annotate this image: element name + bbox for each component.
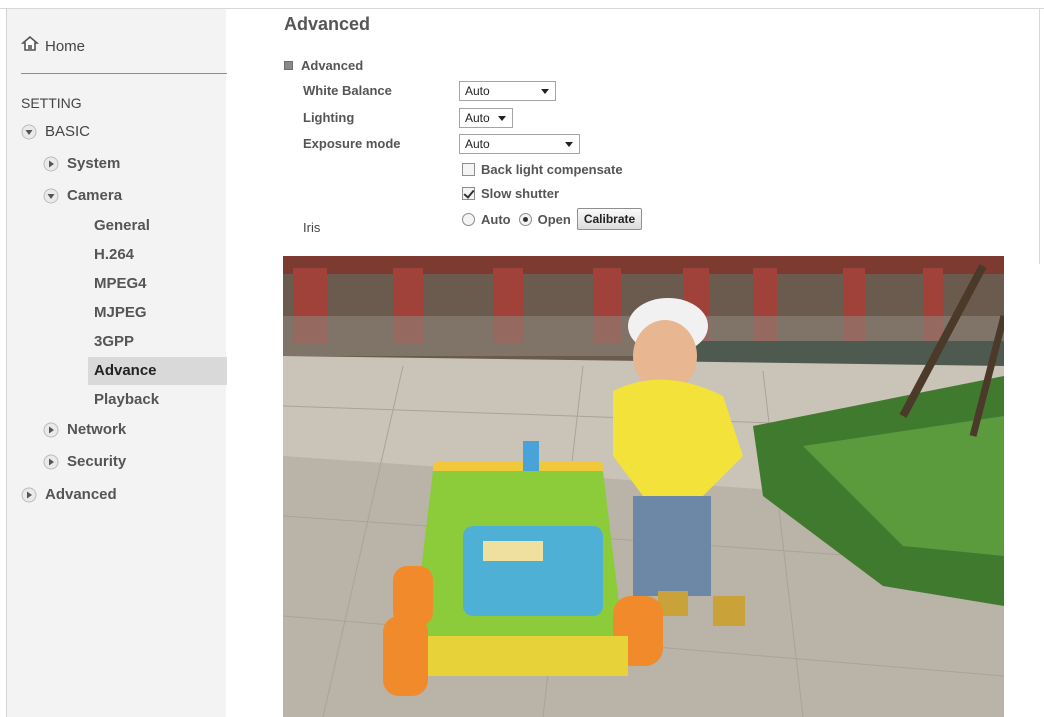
white-balance-label: White Balance (303, 83, 392, 98)
chevron-right-icon (43, 422, 59, 438)
nav-h264[interactable]: H.264 (94, 246, 134, 263)
camera-image (283, 256, 1004, 717)
iris-label: Iris (303, 220, 321, 235)
sidebar: Home SETTING BASIC System Camera General… (6, 9, 227, 717)
slow-shutter-checkbox[interactable] (462, 187, 475, 200)
iris-auto-radio[interactable] (462, 212, 475, 226)
nav-playback[interactable]: Playback (94, 391, 159, 408)
home-link[interactable]: Home (20, 35, 86, 58)
nav-system[interactable]: System (43, 155, 120, 172)
lighting-select[interactable]: Auto (459, 108, 513, 128)
back-light-row: Back light compensate (462, 162, 623, 177)
lighting-value: Auto (465, 111, 490, 125)
slow-shutter-label: Slow shutter (481, 186, 560, 201)
section-header: Advanced (284, 58, 363, 73)
exposure-mode-select[interactable]: Auto (459, 134, 580, 154)
nav-general[interactable]: General (94, 217, 150, 234)
iris-auto-label: Auto (481, 211, 511, 227)
dropdown-caret-icon (498, 116, 506, 121)
page-title: Advanced (284, 14, 371, 34)
nav-advanced[interactable]: Advanced (21, 486, 117, 503)
nav-camera-label: Camera (67, 187, 123, 204)
nav-mjpeg[interactable]: MJPEG (94, 304, 147, 321)
chevron-down-icon (21, 124, 37, 140)
back-light-label: Back light compensate (481, 162, 623, 177)
iris-open-radio[interactable] (518, 212, 532, 226)
right-divider (1039, 9, 1040, 264)
iris-open-label: Open (537, 211, 571, 227)
nav-security[interactable]: Security (43, 453, 126, 470)
chevron-down-icon (43, 188, 59, 204)
iris-controls: Auto Open Calibrate (462, 208, 643, 230)
setting-heading: SETTING (21, 95, 82, 111)
nav-network[interactable]: Network (43, 421, 126, 438)
nav-advanced-label: Advanced (45, 486, 117, 503)
nav-camera[interactable]: Camera (43, 187, 122, 204)
chevron-right-icon (21, 487, 37, 503)
nav-3gpp[interactable]: 3GPP (94, 333, 134, 350)
chevron-right-icon (43, 454, 59, 470)
section-label: Advanced (301, 58, 364, 73)
exposure-mode-value: Auto (465, 137, 490, 151)
nav-system-label: System (67, 155, 121, 172)
home-divider (21, 73, 227, 74)
lighting-label: Lighting (303, 110, 355, 125)
calibrate-button[interactable]: Calibrate (576, 208, 643, 230)
home-label: Home (45, 38, 86, 55)
nav-basic-label: BASIC (45, 123, 91, 140)
section-bullet-icon (284, 61, 293, 70)
nav-mpeg4[interactable]: MPEG4 (94, 275, 147, 292)
home-icon (20, 35, 40, 58)
white-balance-value: Auto (465, 84, 490, 98)
nav-network-label: Network (67, 421, 127, 438)
dropdown-caret-icon (541, 89, 549, 94)
nav-security-label: Security (67, 453, 127, 470)
white-balance-select[interactable]: Auto (459, 81, 556, 101)
nav-advance[interactable]: Advance (88, 357, 227, 385)
exposure-mode-label: Exposure mode (303, 136, 401, 151)
chevron-right-icon (43, 156, 59, 172)
nav-basic[interactable]: BASIC (21, 123, 90, 140)
dropdown-caret-icon (565, 142, 573, 147)
camera-live-view (283, 256, 1004, 717)
back-light-checkbox[interactable] (462, 163, 475, 176)
slow-shutter-row: Slow shutter (462, 186, 559, 201)
